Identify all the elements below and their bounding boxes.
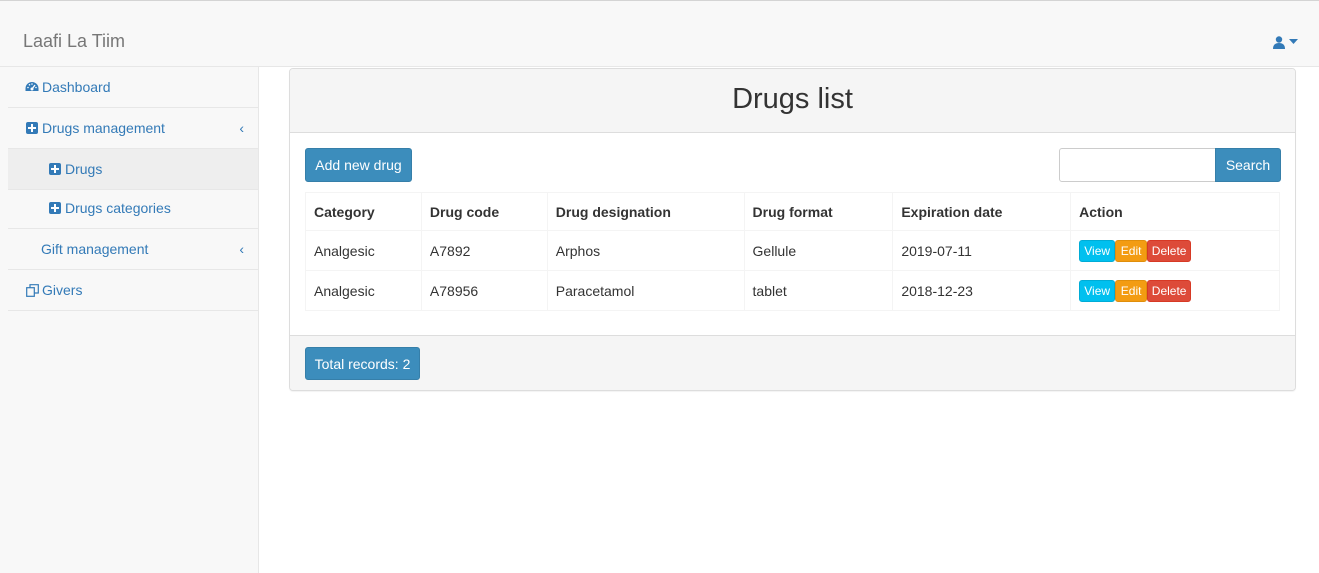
cell-drug-code: A7892 (420, 230, 548, 271)
search-input[interactable] (1059, 148, 1216, 182)
table-row: Analgesic A7892 Arphos Gellule 2019-07-1… (305, 230, 1280, 271)
cell-drug-format: tablet (743, 270, 894, 311)
cell-category: Analgesic (305, 270, 422, 311)
cell-actions: View Edit Delete (1070, 270, 1280, 311)
table-header-row: Category Drug code Drug designation Drug… (305, 192, 1280, 231)
chevron-left-icon: ‹ (239, 241, 244, 257)
top-navbar: Laafi La Tiim (0, 0, 1319, 67)
plus-square-icon (48, 201, 62, 215)
drugs-table: Category Drug code Drug designation Drug… (305, 192, 1280, 311)
cell-drug-code: A78956 (420, 270, 548, 311)
copy-icon (25, 283, 39, 297)
cell-drug-designation: Paracetamol (546, 270, 745, 311)
column-header-category[interactable]: Category (305, 192, 422, 231)
sidebar-item-drugs[interactable]: Drugs (8, 149, 258, 190)
plus-square-icon (25, 121, 39, 135)
dashboard-icon (25, 80, 39, 94)
panel-footer (290, 335, 1295, 390)
delete-button[interactable]: Delete (1147, 279, 1192, 302)
cell-expiration-date: 2018-12-23 (892, 270, 1072, 311)
total-records-button[interactable]: Total records: 2 (305, 347, 420, 380)
column-header-drug-designation[interactable]: Drug designation (546, 192, 745, 231)
sidebar-item-drugs-categories[interactable]: Drugs categories (8, 188, 258, 229)
add-new-drug-button[interactable]: Add new drug (305, 148, 412, 182)
sidebar-item-label: Dashboard (42, 79, 111, 95)
column-header-expiration-date[interactable]: Expiration date (892, 192, 1072, 231)
view-button[interactable]: View (1079, 239, 1116, 262)
cell-category: Analgesic (305, 230, 422, 271)
edit-button[interactable]: Edit (1115, 239, 1148, 262)
column-header-drug-code[interactable]: Drug code (420, 192, 548, 231)
sidebar-item-dashboard[interactable]: Dashboard (8, 67, 258, 108)
app-brand[interactable]: Laafi La Tiim (23, 31, 125, 52)
sidebar: Dashboard Drugs management ‹ Drugs Drugs… (0, 67, 259, 573)
table-row: Analgesic A78956 Paracetamol tablet 2018… (305, 270, 1280, 311)
edit-button[interactable]: Edit (1115, 279, 1148, 302)
sidebar-item-label: Givers (42, 282, 83, 298)
chevron-left-icon: ‹ (239, 120, 244, 136)
sidebar-item-label: Drugs categories (65, 200, 171, 216)
column-header-action: Action (1070, 192, 1280, 231)
user-icon (1273, 35, 1285, 49)
sidebar-item-label: Gift management (41, 241, 149, 257)
delete-button[interactable]: Delete (1147, 239, 1192, 262)
sidebar-item-gift-management[interactable]: Gift management ‹ (8, 229, 258, 270)
search-button[interactable]: Search (1215, 148, 1281, 182)
sidebar-item-drugs-management[interactable]: Drugs management ‹ (8, 108, 258, 149)
sidebar-item-label: Drugs management (42, 120, 165, 136)
caret-down-icon (1289, 39, 1298, 45)
cell-drug-format: Gellule (743, 230, 894, 271)
sidebar-item-givers[interactable]: Givers (8, 270, 258, 311)
page-title: Drugs list (732, 83, 853, 115)
sidebar-item-label: Drugs (65, 161, 103, 177)
cell-drug-designation: Arphos (546, 230, 745, 271)
view-button[interactable]: View (1079, 279, 1116, 302)
panel-header: Drugs list (290, 69, 1295, 133)
cell-expiration-date: 2019-07-11 (892, 230, 1072, 271)
plus-square-icon (48, 162, 62, 176)
drugs-panel: Drugs list Add new drug Search Category … (289, 68, 1296, 391)
column-header-drug-format[interactable]: Drug format (743, 192, 894, 231)
user-menu[interactable] (1273, 33, 1298, 51)
cell-actions: View Edit Delete (1070, 230, 1280, 271)
